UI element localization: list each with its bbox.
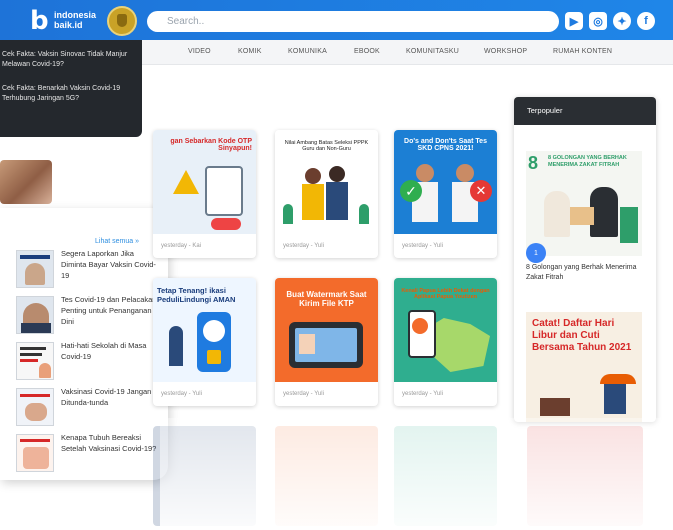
news-thumbnail [16, 296, 54, 334]
popular-image-title: 8 GOLONGAN YANG BERHAK MENERIMA ZAKAT FI… [548, 155, 627, 168]
list-item[interactable]: Kenapa Tubuh Bereaksi Setelah Vaksinasi … [16, 433, 166, 478]
list-item[interactable]: Vaksinasi Covid-19 Jangan Ditunda-tunda [16, 387, 166, 432]
phone-illustration [205, 166, 243, 216]
card-image-title: Buat Watermark Saat Kirim File KTP [286, 290, 367, 308]
news-title: Segera Laporkan Jika Diminta Bayar Vaksi… [61, 249, 156, 280]
news-title: Vaksinasi Covid-19 Jangan Ditunda-tunda [61, 387, 152, 407]
twitter-icon[interactable]: ✦ [613, 12, 631, 30]
news-thumbnail [16, 388, 54, 426]
partial-thumbnail[interactable] [0, 160, 52, 204]
card-meta: yesterday - Yuli [161, 391, 202, 397]
rank-badge: 1 [526, 243, 546, 263]
news-thumbnail [16, 434, 54, 472]
news-thumbnail [16, 342, 54, 380]
card-image-title: Tetap Tenang! ikasi PeduliLindungi AMAN [157, 286, 236, 304]
card-image-title: Nilai Ambang Batas Seleksi PPPK Guru dan… [284, 140, 369, 152]
card-meta: yesterday - Kai [161, 243, 202, 249]
card-meta: yesterday - Yuli [402, 243, 443, 249]
popular-image-title: Catat! Daftar Hari Libur dan Cuti Bersam… [532, 318, 632, 353]
popular-item-image[interactable]: Catat! Daftar Hari Libur dan Cuti Bersam… [526, 312, 642, 422]
list-item[interactable]: Hati-hati Sekolah di Masa Covid-19 [16, 341, 166, 386]
card-meta: yesterday - Yuli [283, 391, 324, 397]
list-item[interactable]: Segera Laporkan Jika Diminta Bayar Vaksi… [16, 249, 166, 294]
instagram-icon[interactable]: ◎ [589, 12, 607, 30]
card-image: Do's and Don'ts Saat Tes SKD CPNS 2021! … [394, 130, 497, 234]
nav-komunika[interactable]: KOMUNIKA [288, 48, 327, 55]
facebook-icon[interactable]: f [637, 12, 655, 30]
dropdown-item[interactable]: Cek Fakta: Vaksin Sinovac Tidak Manjur M… [2, 50, 134, 70]
check-icon: ✓ [400, 180, 422, 202]
card-image: gan Sebarkan Kode OTP Sinyapun! [153, 130, 256, 234]
logo-mark-icon: b [30, 6, 49, 36]
nav-video[interactable]: VIDEO [188, 48, 211, 55]
article-card[interactable]: Tetap Tenang! ikasi PeduliLindungi AMAN … [153, 278, 256, 406]
card-image-title: gan Sebarkan Kode OTP Sinyapun! [170, 138, 252, 152]
nav-komik[interactable]: KOMIK [238, 48, 262, 55]
card-image: Tetap Tenang! ikasi PeduliLindungi AMAN [153, 278, 256, 382]
reflection-fade [160, 418, 673, 530]
logo-line-2: baik.id [54, 20, 83, 30]
top-bar: b indonesia baik.id Search.. ▶ ◎ ✦ f [0, 0, 673, 40]
see-all-link[interactable]: Lihat semua » [95, 238, 139, 245]
search-input[interactable]: Search.. [147, 11, 559, 32]
warning-icon [173, 170, 199, 194]
card-image: Kenali Papua Lebih Dekat dengan Aplikasi… [394, 278, 497, 382]
card-meta: yesterday - Yuli [402, 391, 443, 397]
popular-item-image[interactable]: 8 8 GOLONGAN YANG BERHAK MENERIMA ZAKAT … [526, 151, 642, 256]
list-item[interactable]: Tes Covid-19 dan Pelacakan Penting untuk… [16, 295, 166, 340]
card-image-title: Kenali Papua Lebih Dekat dengan Aplikasi… [401, 288, 490, 300]
card-image: Buat Watermark Saat Kirim File KTP [275, 278, 378, 382]
card-image: Nilai Ambang Batas Seleksi PPPK Guru dan… [275, 130, 378, 234]
latest-news-panel: Lihat semua » Segera Laporkan Jika Dimin… [0, 208, 168, 480]
nav-ebook[interactable]: EBOOK [354, 48, 380, 55]
nav-rumah-konten[interactable]: RUMAH KONTEN [553, 48, 612, 55]
lock-icon [207, 350, 221, 364]
main-nav: VIDEO KOMIK KOMUNIKA EBOOK KOMUNITASKU W… [140, 40, 673, 65]
article-card[interactable]: Kenali Papua Lebih Dekat dengan Aplikasi… [394, 278, 497, 406]
card-meta: yesterday - Yuli [283, 243, 324, 249]
popular-sidebar: Terpopuler 8 8 GOLONGAN YANG BERHAK MENE… [514, 97, 656, 422]
youtube-icon[interactable]: ▶ [565, 12, 583, 30]
article-card[interactable]: gan Sebarkan Kode OTP Sinyapun! yesterda… [153, 130, 256, 258]
popular-item-title[interactable]: 8 Golongan yang Berhak Menerima Zakat Fi… [526, 263, 644, 283]
news-title: Kenapa Tubuh Bereaksi Setelah Vaksinasi … [61, 433, 157, 453]
dropdown-item[interactable]: Cek Fakta: Benarkah Vaksin Covid-19 Terh… [2, 84, 134, 104]
social-links: ▶ ◎ ✦ f [565, 12, 655, 30]
article-card[interactable]: Buat Watermark Saat Kirim File KTP yeste… [275, 278, 378, 406]
sidebar-title: Terpopuler [514, 97, 656, 125]
news-thumbnail [16, 250, 54, 288]
news-title: Hati-hati Sekolah di Masa Covid-19 [61, 341, 147, 361]
nav-workshop[interactable]: WORKSHOP [484, 48, 527, 55]
news-title: Tes Covid-19 dan Pelacakan Penting untuk… [61, 295, 157, 326]
cross-icon: ✕ [470, 180, 492, 202]
card-image-title: Do's and Don'ts Saat Tes SKD CPNS 2021! [404, 138, 487, 152]
article-card[interactable]: Do's and Don'ts Saat Tes SKD CPNS 2021! … [394, 130, 497, 258]
site-logo[interactable]: b indonesia baik.id [30, 6, 96, 36]
fact-check-dropdown: Cek Fakta: Vaksin Sinovac Tidak Manjur M… [0, 40, 142, 137]
nav-komunitasku[interactable]: KOMUNITASKU [406, 48, 459, 55]
golongan-number: 8 [528, 153, 539, 173]
award-emblem-icon [107, 6, 137, 36]
article-card[interactable]: Nilai Ambang Batas Seleksi PPPK Guru dan… [275, 130, 378, 258]
